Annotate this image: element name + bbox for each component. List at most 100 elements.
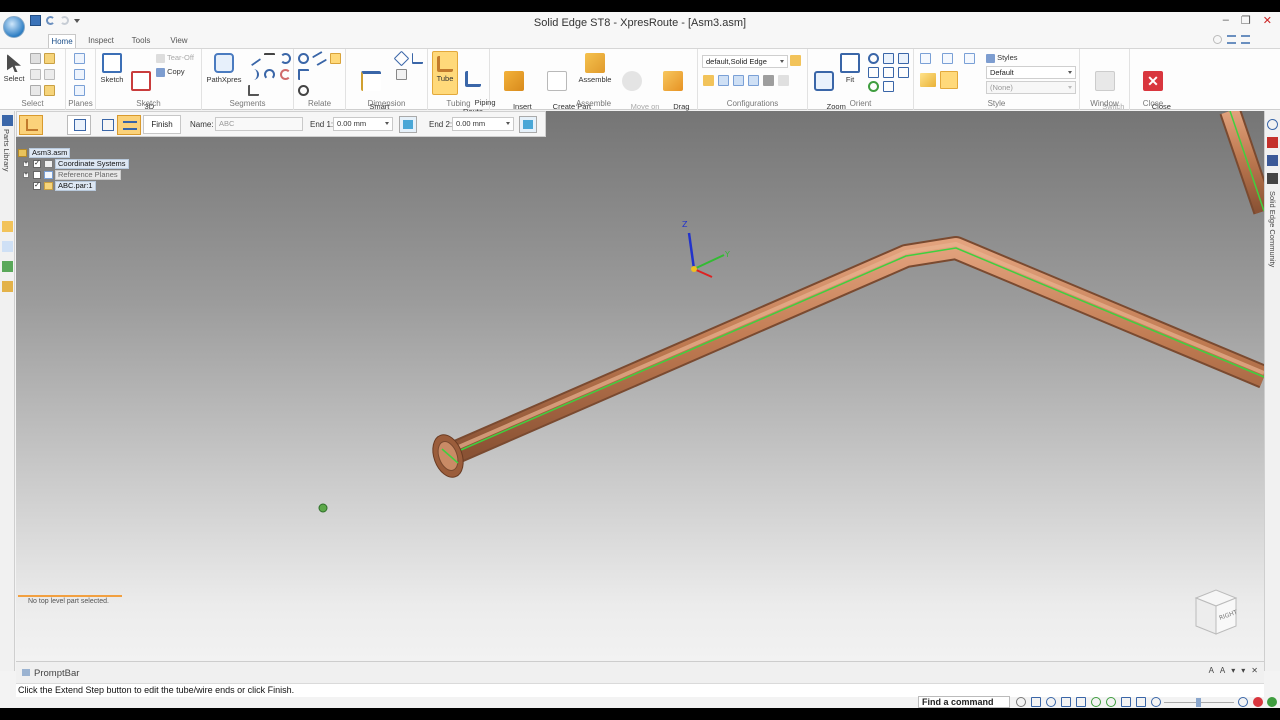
- solid-edge-community-tab[interactable]: Solid Edge Community: [1268, 191, 1277, 267]
- view-trimetric-icon[interactable]: [964, 53, 975, 64]
- config-zone-icon[interactable]: [778, 75, 789, 86]
- finish-button[interactable]: Finish: [143, 115, 181, 134]
- distance-dimension-icon[interactable]: [412, 53, 423, 64]
- view-dimetric-icon[interactable]: [942, 53, 953, 64]
- font-smaller-icon[interactable]: A: [1220, 666, 1225, 675]
- style-select[interactable]: Default: [986, 66, 1076, 79]
- end2-option-button[interactable]: [519, 116, 537, 133]
- point-icon[interactable]: [298, 85, 309, 96]
- select-window-icon[interactable]: [44, 69, 55, 80]
- background-style-select[interactable]: (None): [986, 81, 1076, 94]
- name-field[interactable]: ABC: [215, 117, 303, 131]
- rotate-icon[interactable]: [280, 69, 291, 80]
- connect-icon[interactable]: [298, 53, 309, 64]
- fit-button[interactable]: Fit: [838, 53, 862, 84]
- relate-active-icon[interactable]: [330, 53, 341, 64]
- tab-tools[interactable]: Tools: [128, 34, 154, 48]
- end1-field[interactable]: 0.00 mm: [333, 117, 393, 131]
- look-at-icon[interactable]: [898, 67, 909, 78]
- visibility-checkbox[interactable]: [33, 171, 41, 179]
- zoom-slider-thumb[interactable]: [1196, 698, 1201, 707]
- line-horizontal-icon[interactable]: [264, 53, 275, 64]
- select-tool-icon[interactable]: [30, 53, 41, 64]
- plane-icon[interactable]: [74, 53, 85, 64]
- list-icon[interactable]: [1227, 35, 1236, 44]
- angle-dimension-icon[interactable]: [393, 50, 410, 67]
- perpendicular-icon[interactable]: [298, 69, 309, 80]
- tear-off-button[interactable]: Tear-Off: [156, 53, 200, 63]
- sensors-icon[interactable]: [2, 261, 13, 272]
- dropdown-icon[interactable]: ▾: [1241, 666, 1245, 675]
- select-part-icon[interactable]: [44, 53, 55, 64]
- plane-coincident-icon[interactable]: [74, 69, 85, 80]
- view-cube[interactable]: RIGHT: [1194, 589, 1239, 635]
- pathxpres-button[interactable]: PathXpres: [204, 53, 244, 84]
- common-views-icon[interactable]: [883, 81, 894, 92]
- zoom-in-icon[interactable]: [1238, 697, 1248, 707]
- tab-home[interactable]: Home: [48, 34, 76, 48]
- config-save-icon[interactable]: [718, 75, 729, 86]
- extend-step-button[interactable]: [117, 115, 141, 135]
- config-camera-icon[interactable]: [763, 75, 774, 86]
- restore-icon[interactable]: ❐: [1241, 14, 1251, 27]
- end1-option-button[interactable]: [399, 116, 417, 133]
- view-status-icon[interactable]: [1121, 697, 1131, 707]
- close-window-icon[interactable]: ✕: [1263, 14, 1272, 27]
- layers-icon[interactable]: [2, 241, 13, 252]
- features-library-icon[interactable]: [2, 221, 13, 232]
- arc-icon[interactable]: [280, 53, 291, 64]
- copy-button[interactable]: Copy: [156, 67, 200, 77]
- dimension-axis-icon[interactable]: [396, 69, 407, 80]
- coordinate-system-icon[interactable]: [74, 85, 85, 96]
- facebook-icon[interactable]: [1267, 155, 1278, 166]
- config-display-icon[interactable]: [733, 75, 744, 86]
- record-icon[interactable]: [1253, 697, 1263, 707]
- graphics-viewport[interactable]: Z Y RIGHT Asm3.asm + ✓ Coordinate System…: [16, 111, 1264, 661]
- configuration-select[interactable]: default,Solid Edge: [702, 55, 788, 68]
- tube-body[interactable]: [450, 238, 1264, 463]
- tab-view[interactable]: View: [166, 34, 192, 48]
- font-size-icon[interactable]: A: [1209, 666, 1214, 675]
- spin-icon[interactable]: [883, 67, 894, 78]
- share-icon[interactable]: [1267, 697, 1277, 707]
- zoom-icon[interactable]: [868, 53, 879, 64]
- expand-icon[interactable]: +: [23, 172, 29, 178]
- parallel-icon[interactable]: [311, 50, 328, 67]
- select-filter-icon[interactable]: [30, 69, 41, 80]
- open-folder-icon[interactable]: [703, 75, 714, 86]
- application-button[interactable]: [3, 16, 25, 38]
- shaded-visible-edges-icon[interactable]: [940, 71, 958, 89]
- rotate-view-icon[interactable]: [868, 67, 879, 78]
- tab-inspect[interactable]: Inspect: [86, 34, 116, 48]
- minimize-icon[interactable]: –: [1223, 14, 1229, 27]
- rotate-status-icon[interactable]: [1091, 697, 1101, 707]
- shaded-icon[interactable]: [920, 73, 936, 87]
- styles-button[interactable]: Styles: [986, 53, 1036, 63]
- pathfinder-icon[interactable]: [2, 115, 13, 126]
- select-tools-icon[interactable]: [2, 281, 13, 292]
- assemble-button[interactable]: Assemble: [576, 53, 614, 84]
- visibility-checkbox[interactable]: ✓: [33, 160, 41, 168]
- end2-field[interactable]: 0.00 mm: [452, 117, 514, 131]
- corner-icon[interactable]: [248, 85, 259, 96]
- tube-segment-right-centerline[interactable]: [1229, 111, 1264, 212]
- fit-status-icon[interactable]: [1061, 697, 1071, 707]
- find-command-field[interactable]: Find a command: [918, 696, 1010, 708]
- refresh-view-icon[interactable]: [868, 81, 879, 92]
- zoom-status-icon[interactable]: [1046, 697, 1056, 707]
- view-iso-icon[interactable]: [920, 53, 931, 64]
- pin-icon[interactable]: ▾: [1231, 666, 1235, 675]
- parts-library-tab[interactable]: Parts Library: [2, 129, 11, 172]
- close-promptbar-icon[interactable]: ✕: [1251, 666, 1258, 675]
- heart-icon[interactable]: [1213, 35, 1222, 44]
- visibility-checkbox[interactable]: ✓: [33, 182, 41, 190]
- configuration-options-icon[interactable]: [790, 55, 801, 66]
- tube-step-button[interactable]: [19, 115, 43, 135]
- zoom-previous-icon[interactable]: [898, 53, 909, 64]
- pan-status-icon[interactable]: [1076, 697, 1086, 707]
- sketch-button[interactable]: Sketch: [96, 53, 128, 84]
- menu-icon[interactable]: [1241, 35, 1250, 44]
- help-icon[interactable]: [1267, 119, 1278, 130]
- select-path-button[interactable]: [95, 115, 119, 135]
- select-assembly-icon[interactable]: [44, 85, 55, 96]
